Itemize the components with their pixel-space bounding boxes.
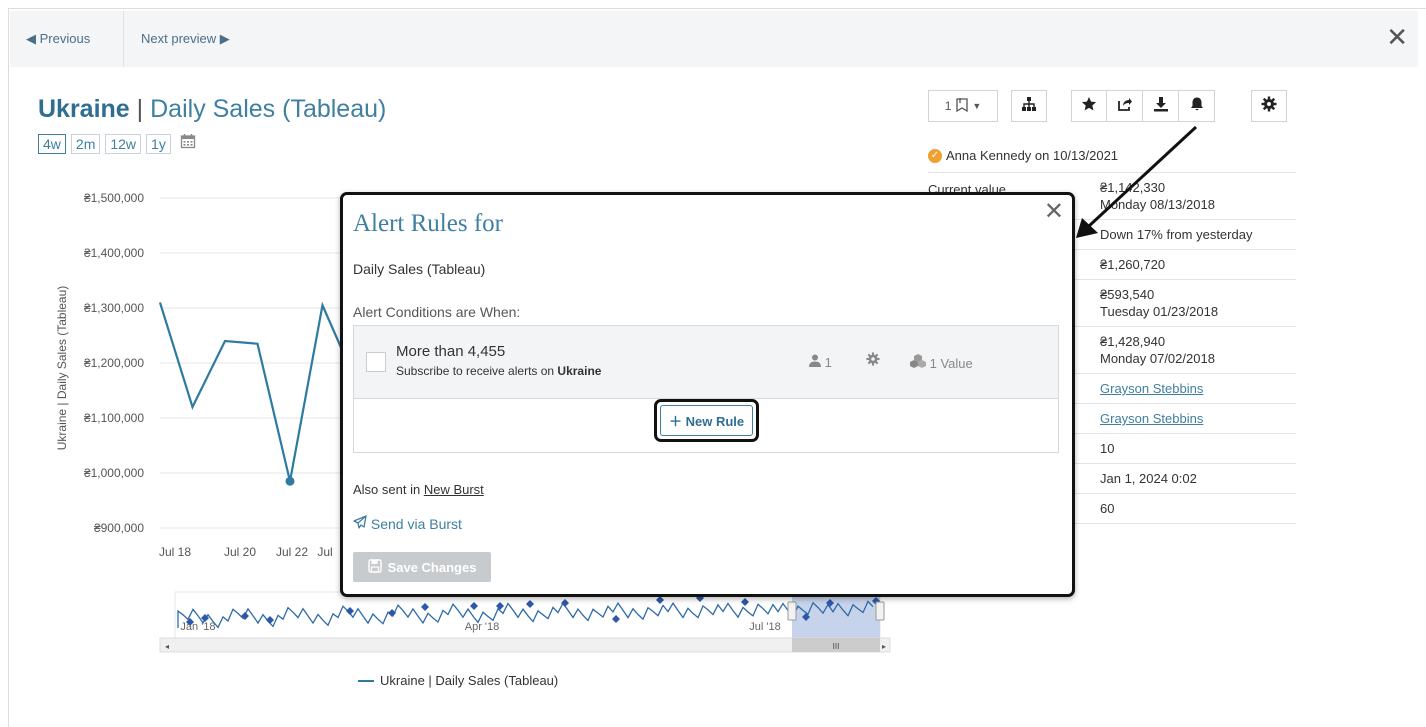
meta-value: 10 xyxy=(1100,441,1115,456)
meta-value-detail: Tuesday 01/23/2018 xyxy=(1100,304,1219,319)
scrollbar-grip-icon: III xyxy=(833,642,840,651)
plus-icon: ＋ xyxy=(669,414,683,429)
legend-label: Ukraine | Daily Sales (Tableau) xyxy=(380,673,559,688)
modal-close-button[interactable]: ✕ xyxy=(1044,197,1064,226)
save-changes-label: Save Changes xyxy=(387,559,477,575)
values-count: 1 Value xyxy=(929,356,973,371)
subscriber-count: 1 xyxy=(824,355,832,370)
star-icon xyxy=(1081,96,1097,117)
save-icon xyxy=(367,558,382,576)
settings-toolbar xyxy=(1251,90,1287,122)
share-icon xyxy=(1117,96,1133,117)
technical-owner-link[interactable]: Grayson Stebbins xyxy=(1100,411,1203,426)
save-changes-button[interactable]: Save Changes xyxy=(353,552,491,582)
close-preview-button[interactable]: ✕ xyxy=(1386,23,1408,51)
certified-by: Anna Kennedy on 10/13/2021 xyxy=(946,148,1119,163)
subscribe-count: 1 xyxy=(944,99,952,113)
rule-title: More than 4,455 xyxy=(396,343,506,360)
meta-value: Down 17% from yesterday xyxy=(1100,227,1253,242)
alert-rules-modal: ✕ Alert Rules for Daily Sales (Tableau) … xyxy=(340,192,1075,597)
subscription-toolbar: 1 ▼ xyxy=(928,90,998,122)
sitemap-icon xyxy=(1021,96,1037,117)
cubes-icon xyxy=(910,354,930,371)
rule-subtitle: Subscribe to receive alerts on Ukraine xyxy=(396,364,601,378)
rule-subtitle-text: Subscribe to receive alerts on xyxy=(396,364,558,378)
new-rule-button[interactable]: ＋ New Rule xyxy=(660,405,754,436)
owner-link[interactable]: Grayson Stebbins xyxy=(1100,381,1203,396)
y-tick-label: ₴1,300,000 xyxy=(84,301,144,315)
new-rule-highlight: ＋ New Rule xyxy=(654,399,760,442)
paper-plane-icon xyxy=(353,515,371,532)
y-axis-label: Ukraine | Daily Sales (Tableau) xyxy=(55,286,69,451)
rule-subscribers[interactable]: 1 xyxy=(809,354,832,370)
modal-subject: Daily Sales (Tableau) xyxy=(353,261,486,277)
rule-values[interactable]: 1 Value xyxy=(910,354,973,371)
also-sent-in: Also sent in New Burst xyxy=(353,482,484,497)
gear-icon xyxy=(1261,96,1277,117)
certification-line: ✓ Anna Kennedy on 10/13/2021 xyxy=(928,148,1118,163)
burst-link[interactable]: New Burst xyxy=(424,482,484,497)
rule-checkbox[interactable] xyxy=(366,352,386,372)
navigator[interactable]: Jan '18 Apr '18 Jul '18 ◂ ▸ III xyxy=(159,591,891,653)
x-tick-label: Jul 20 xyxy=(224,545,256,559)
download-icon xyxy=(1153,96,1169,117)
actions-toolbar xyxy=(1071,90,1215,122)
rule-settings-icon[interactable] xyxy=(866,352,880,371)
min-point-marker[interactable] xyxy=(285,476,295,486)
rule-subtitle-entity: Ukraine xyxy=(557,364,602,378)
caret-down-icon: ▼ xyxy=(972,101,982,111)
certified-check-icon: ✓ xyxy=(928,148,942,163)
x-tick-label: Jul 18 xyxy=(159,545,191,559)
rules-list: More than 4,455 Subscribe to receive ale… xyxy=(353,325,1059,453)
navigator-right-handle[interactable] xyxy=(875,601,885,621)
hierarchy-button[interactable] xyxy=(1011,90,1047,122)
meta-value: ₴593,540 xyxy=(1100,287,1155,302)
y-tick-label: ₴1,000,000 xyxy=(84,466,144,480)
y-tick-label: ₴1,500,000 xyxy=(84,191,144,205)
modal-title: Alert Rules for xyxy=(353,210,503,237)
send-via-burst-link[interactable]: Send via Burst xyxy=(353,515,462,532)
x-tick-label: Jul 22 xyxy=(276,545,308,559)
y-tick-label: ₴1,100,000 xyxy=(84,411,144,425)
meta-value: ₴1,428,940 xyxy=(1100,334,1166,349)
navigator-scrollbar[interactable] xyxy=(159,637,891,653)
x-tick-label: Jul xyxy=(317,545,332,559)
meta-value: Jan 1, 2024 0:02 xyxy=(1100,471,1197,486)
user-icon xyxy=(809,354,825,370)
y-tick-label: ₴900,000 xyxy=(94,521,144,535)
send-via-burst-label: Send via Burst xyxy=(370,516,462,532)
scroll-right-icon[interactable]: ▸ xyxy=(882,642,886,651)
meta-value: ₴1,260,720 xyxy=(1100,257,1166,272)
download-button[interactable] xyxy=(1143,90,1179,122)
navigator-tick-label: Apr '18 xyxy=(465,621,500,633)
bookmark-outline-icon xyxy=(955,97,969,116)
legend-swatch xyxy=(358,679,374,682)
settings-button[interactable] xyxy=(1251,90,1287,122)
navigator-tick-label: Jan '18 xyxy=(180,621,215,633)
meta-value-detail: Monday 07/02/2018 xyxy=(1100,351,1215,366)
subscribe-count-button[interactable]: 1 ▼ xyxy=(928,90,998,122)
share-button[interactable] xyxy=(1107,90,1143,122)
alert-rule-row[interactable]: More than 4,455 Subscribe to receive ale… xyxy=(354,326,1058,399)
bell-icon xyxy=(1189,96,1205,117)
y-tick-label: ₴1,400,000 xyxy=(84,246,144,260)
conditions-label: Alert Conditions are When: xyxy=(353,304,521,320)
navigator-tick-label: Jul '18 xyxy=(749,621,780,633)
meta-value-detail: Monday 08/13/2018 xyxy=(1100,197,1215,212)
chart-legend[interactable]: Ukraine | Daily Sales (Tableau) xyxy=(358,673,558,688)
alert-button[interactable] xyxy=(1179,90,1215,122)
new-rule-label: New Rule xyxy=(685,414,745,429)
hierarchy-toolbar xyxy=(1011,90,1047,122)
meta-value: ₴1,142,330 xyxy=(1100,180,1166,195)
x-axis: Jul 18 Jul 20 Jul 22 Jul xyxy=(159,545,333,559)
also-sent-prefix: Also sent in xyxy=(353,482,424,497)
scroll-left-icon[interactable]: ◂ xyxy=(165,642,169,651)
favorite-button[interactable] xyxy=(1071,90,1107,122)
y-tick-label: ₴1,200,000 xyxy=(84,356,144,370)
navigator-left-handle[interactable] xyxy=(787,601,797,621)
meta-value: 60 xyxy=(1100,501,1115,516)
